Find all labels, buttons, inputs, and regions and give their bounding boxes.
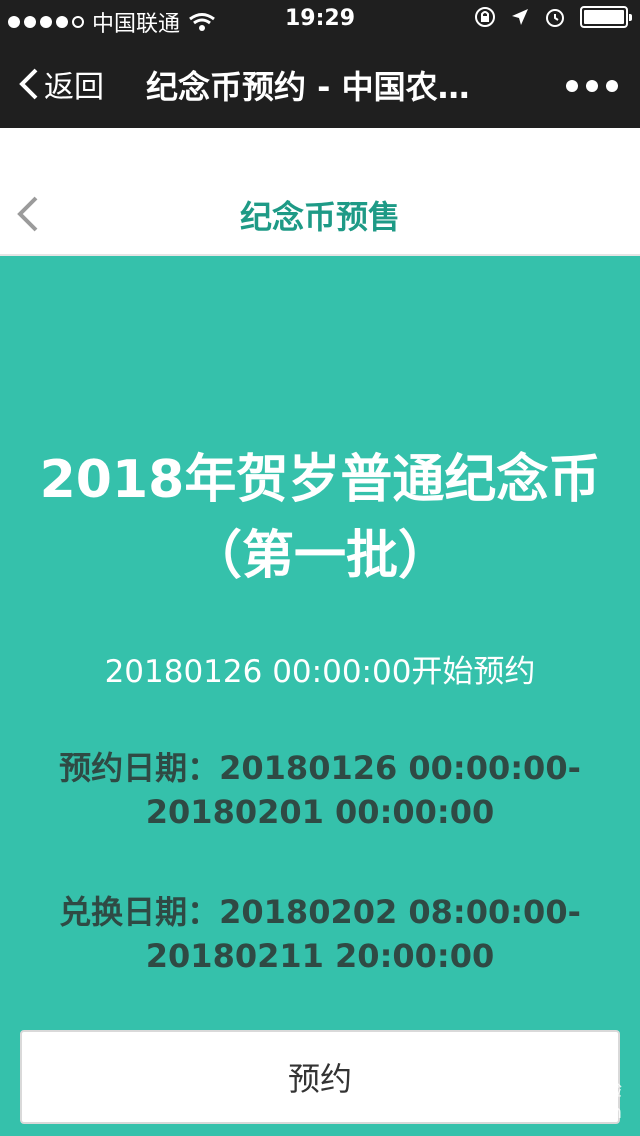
booking-date-line1: 预约日期：20180126 00:00:00- — [59, 749, 581, 787]
back-label: 返回 — [44, 70, 104, 105]
status-right — [474, 6, 632, 28]
main-content: 2018年贺岁普通纪念币（第一批） 20180126 00:00:00开始预约 … — [0, 256, 640, 1136]
page-header: 纪念币预售 — [0, 128, 640, 256]
battery-icon — [580, 6, 632, 28]
booking-date-line2: 20180201 00:00:00 — [145, 793, 495, 831]
nav-bar: 返回 纪念币预约 - 中国农… — [0, 40, 640, 128]
header-title: 纪念币预售 — [239, 198, 400, 236]
watermark-brand: Baidu 经验 — [529, 1080, 622, 1101]
booking-date: 预约日期：20180126 00:00:00- 20180201 00:00:0… — [0, 746, 640, 834]
exchange-date-line2: 20180211 20:00:00 — [145, 937, 495, 975]
coin-title: 2018年贺岁普通纪念币（第一批） — [39, 450, 601, 586]
chevron-left-icon — [19, 68, 38, 100]
alarm-icon — [546, 9, 564, 27]
location-icon — [512, 9, 528, 25]
page-title: 纪念币预约 - 中国农… — [146, 68, 470, 106]
exchange-date-line1: 兑换日期：20180202 08:00:00- — [59, 893, 581, 931]
back-button[interactable]: 返回 — [18, 62, 104, 106]
orientation-lock-icon — [475, 7, 495, 27]
start-time-text: 20180126 00:00:00开始预约 — [104, 654, 536, 690]
status-bar: 中国联通 19:29 — [0, 0, 640, 40]
watermark: Baidu 经验 jingyan.baidu.com — [456, 1076, 622, 1123]
exchange-date: 兑换日期：20180202 08:00:00- 20180211 20:00:0… — [0, 890, 640, 978]
more-button[interactable] — [566, 80, 618, 92]
watermark-url: jingyan.baidu.com — [455, 1102, 622, 1123]
